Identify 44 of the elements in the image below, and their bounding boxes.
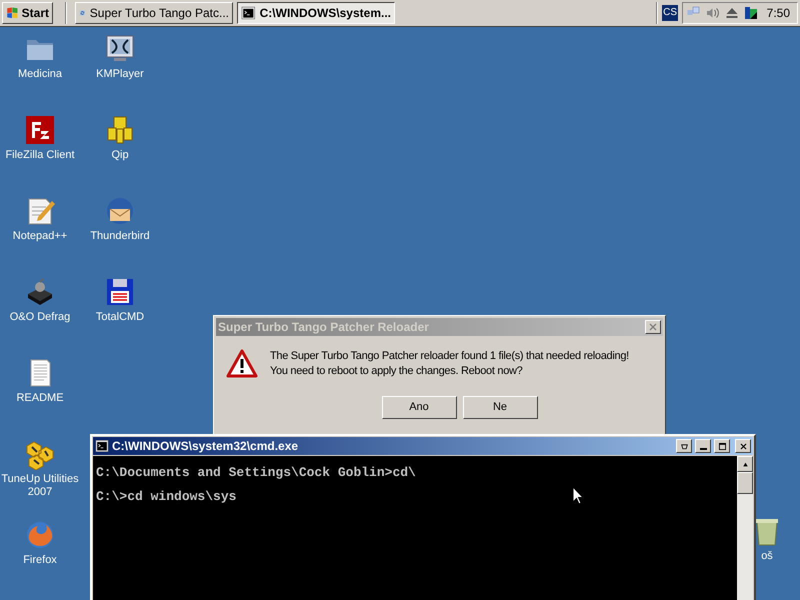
start-button[interactable]: Start — [2, 2, 53, 24]
icon-label[interactable]: Firefox — [22, 554, 58, 567]
minimize-icon — [700, 448, 706, 450]
windows-flag-icon — [6, 5, 19, 21]
dialog-button[interactable]: Ne — [462, 396, 538, 419]
menu-button[interactable] — [676, 439, 692, 453]
close-icon — [649, 323, 657, 331]
icon-label[interactable]: TotalCMD — [94, 311, 146, 324]
icon-label[interactable]: KMPlayer — [95, 68, 145, 81]
dialog-title: Super Turbo Tango Patcher Reloader — [218, 319, 430, 336]
up-arrow-icon — [742, 462, 748, 466]
console-line: C:\>cd windows\sys — [96, 490, 236, 504]
close-button[interactable] — [735, 439, 751, 453]
scroll-thumb[interactable] — [737, 472, 753, 494]
icon-label[interactable]: oš — [761, 550, 773, 563]
window-title: C:\WINDOWS\system32\cmd.exe — [112, 438, 300, 455]
flag-icon — [743, 5, 759, 21]
icon-label[interactable]: TuneUp Utilities 2007 — [0, 473, 80, 499]
icon-label[interactable]: Notepad++ — [12, 230, 68, 243]
bird-envelope-icon — [104, 195, 136, 227]
close-icon — [738, 442, 748, 450]
icon-label[interactable]: Medicina — [16, 68, 64, 81]
icon-label[interactable]: README — [15, 392, 65, 405]
minimize-button[interactable] — [695, 439, 711, 453]
console-icon — [95, 439, 109, 453]
cursor-icon — [572, 486, 584, 505]
icon-label[interactable]: FileZilla Client — [4, 149, 76, 162]
maximize-button[interactable] — [714, 439, 730, 453]
console-line: C:\Documents and Settings\Cock Goblin>cd\ — [96, 466, 416, 480]
icon-label[interactable]: O&O Defrag — [8, 311, 72, 324]
icon-label[interactable]: Thunderbird — [89, 230, 151, 243]
scroll-up-button[interactable] — [737, 456, 753, 472]
tray-badge[interactable]: CS — [662, 5, 678, 21]
console-icon — [241, 5, 256, 21]
taskbar-button[interactable]: Super Turbo Tango Patc... — [75, 2, 233, 24]
icon-label[interactable]: Qip — [110, 149, 130, 162]
close-button[interactable] — [645, 320, 661, 334]
dialog-button[interactable]: Ano — [382, 396, 456, 419]
caret-icon — [680, 442, 688, 450]
dialog-message: The Super Turbo Tango Patcher reloader found 1 file(s) that needed reloading! You need to reboot to apply the changes. Reboot now? — [270, 349, 629, 379]
taskbar-button[interactable]: C:\WINDOWS\system... — [237, 2, 395, 24]
maximize-icon — [718, 442, 726, 450]
clock: 7:50 — [766, 5, 790, 22]
warning-icon — [226, 348, 258, 380]
